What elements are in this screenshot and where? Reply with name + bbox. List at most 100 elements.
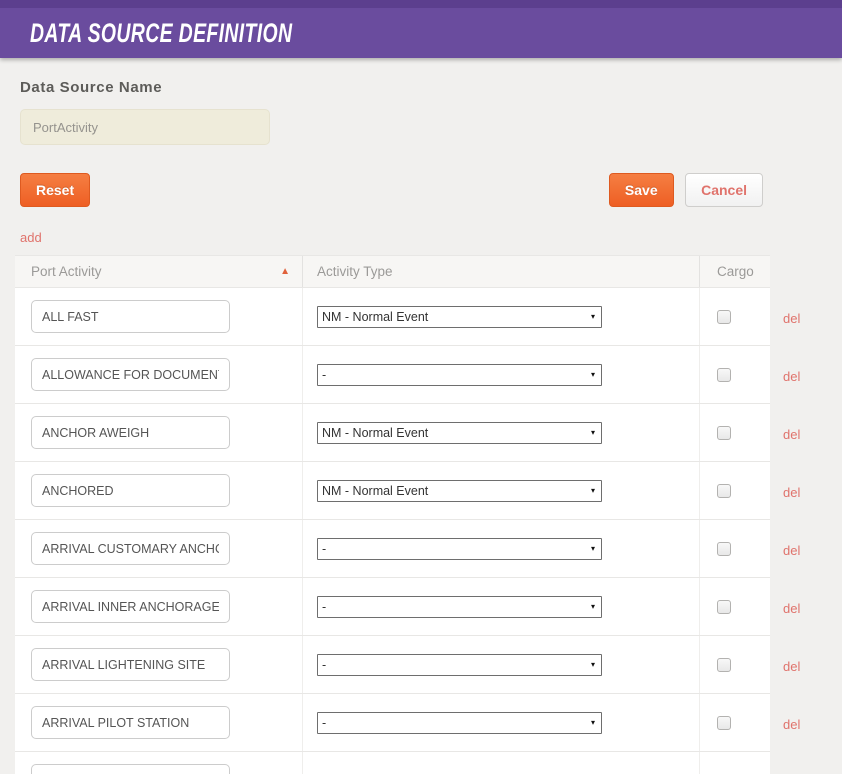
activity-type-cell: NM - Normal Event▾ <box>303 288 700 345</box>
table-row: -▾ <box>15 346 770 404</box>
port-activity-cell <box>15 520 303 577</box>
port-activity-cell <box>15 288 303 345</box>
table-header-row: Port Activity ▲ Activity Type Cargo <box>15 255 770 288</box>
data-source-name-input[interactable] <box>20 109 270 145</box>
delete-row-link[interactable]: del <box>783 311 800 326</box>
port-activity-input[interactable] <box>31 764 230 774</box>
table-row: NM - Normal Event▾ <box>15 462 770 520</box>
cargo-cell <box>700 462 770 519</box>
table-row: NM - Normal Event▾ <box>15 404 770 462</box>
page-header: DATA SOURCE DEFINITION <box>0 0 842 58</box>
cancel-button[interactable]: Cancel <box>685 173 763 207</box>
data-source-name-label: Data Source Name <box>20 79 822 96</box>
column-header-label: Activity Type <box>317 264 393 279</box>
cargo-checkbox[interactable] <box>717 716 731 730</box>
port-activity-cell <box>15 636 303 693</box>
table-row: -▾ <box>15 520 770 578</box>
activity-type-select-shell: -▾ <box>317 712 602 734</box>
delete-cell: del <box>770 521 842 579</box>
column-header-port-activity[interactable]: Port Activity ▲ <box>15 256 303 287</box>
save-button[interactable]: Save <box>609 173 674 207</box>
table-row <box>15 752 770 774</box>
port-activity-input[interactable] <box>31 474 230 507</box>
port-activity-cell <box>15 346 303 403</box>
port-activity-cell <box>15 694 303 751</box>
activity-type-select-shell: -▾ <box>317 654 602 676</box>
cargo-checkbox[interactable] <box>717 542 731 556</box>
activity-type-select[interactable]: - <box>317 596 602 618</box>
port-activity-table-wrap: Port Activity ▲ Activity Type Cargo NM -… <box>15 255 842 774</box>
table-row: NM - Normal Event▾ <box>15 288 770 346</box>
activity-type-select[interactable]: - <box>317 712 602 734</box>
column-header-label: Port Activity <box>31 264 102 279</box>
delete-row-link[interactable]: del <box>783 601 800 616</box>
delete-row-link[interactable]: del <box>783 659 800 674</box>
cargo-checkbox[interactable] <box>717 368 731 382</box>
cargo-checkbox[interactable] <box>717 658 731 672</box>
activity-type-select-shell: -▾ <box>317 364 602 386</box>
activity-type-select[interactable]: NM - Normal Event <box>317 306 602 328</box>
table-body: NM - Normal Event▾-▾NM - Normal Event▾NM… <box>15 288 770 774</box>
cargo-cell <box>700 636 770 693</box>
activity-type-select[interactable]: NM - Normal Event <box>317 422 602 444</box>
table-row: -▾ <box>15 578 770 636</box>
cargo-checkbox[interactable] <box>717 310 731 324</box>
activity-type-select-shell: -▾ <box>317 538 602 560</box>
cargo-cell <box>700 404 770 461</box>
cargo-checkbox[interactable] <box>717 484 731 498</box>
port-activity-input[interactable] <box>31 300 230 333</box>
delete-cell: del <box>770 695 842 753</box>
port-activity-cell <box>15 404 303 461</box>
column-header-activity-type[interactable]: Activity Type <box>303 256 700 287</box>
port-activity-input[interactable] <box>31 648 230 681</box>
delete-rail-spacer <box>770 255 842 289</box>
delete-row-link[interactable]: del <box>783 717 800 732</box>
delete-row-link[interactable]: del <box>783 369 800 384</box>
cargo-cell <box>700 346 770 403</box>
delete-cell: del <box>770 579 842 637</box>
port-activity-input[interactable] <box>31 358 230 391</box>
activity-type-cell: -▾ <box>303 694 700 751</box>
cargo-checkbox[interactable] <box>717 426 731 440</box>
activity-type-cell: NM - Normal Event▾ <box>303 404 700 461</box>
activity-type-cell <box>303 752 700 774</box>
delete-link-rail: del del del del del del del del <box>770 255 842 774</box>
cargo-checkbox[interactable] <box>717 600 731 614</box>
cargo-cell <box>700 288 770 345</box>
save-cancel-group: Save Cancel <box>609 173 763 207</box>
cargo-cell <box>700 694 770 751</box>
column-header-cargo[interactable]: Cargo <box>700 256 770 287</box>
activity-type-cell: -▾ <box>303 578 700 635</box>
activity-type-cell: -▾ <box>303 520 700 577</box>
delete-cell: del <box>770 405 842 463</box>
delete-cell: del <box>770 289 842 347</box>
port-activity-cell <box>15 752 303 774</box>
activity-type-select[interactable]: - <box>317 654 602 676</box>
port-activity-input[interactable] <box>31 706 230 739</box>
reset-button[interactable]: Reset <box>20 173 90 207</box>
activity-type-select[interactable]: - <box>317 364 602 386</box>
activity-type-select-shell: NM - Normal Event▾ <box>317 422 602 444</box>
delete-rail-cells: del del del del del del del del <box>770 289 842 753</box>
activity-type-select[interactable]: NM - Normal Event <box>317 480 602 502</box>
page-title: DATA SOURCE DEFINITION <box>30 18 292 49</box>
delete-cell: del <box>770 463 842 521</box>
port-activity-input[interactable] <box>31 590 230 623</box>
content-area: Data Source Name Reset Save Cancel add <box>0 79 842 247</box>
activity-type-cell: NM - Normal Event▾ <box>303 462 700 519</box>
activity-type-select-shell: NM - Normal Event▾ <box>317 480 602 502</box>
delete-row-link[interactable]: del <box>783 485 800 500</box>
activity-type-select-shell: -▾ <box>317 596 602 618</box>
table-row: -▾ <box>15 694 770 752</box>
add-row-link[interactable]: add <box>20 230 42 245</box>
delete-row-link[interactable]: del <box>783 427 800 442</box>
port-activity-table: Port Activity ▲ Activity Type Cargo NM -… <box>15 255 770 774</box>
port-activity-input[interactable] <box>31 416 230 449</box>
port-activity-input[interactable] <box>31 532 230 565</box>
sort-ascending-icon[interactable]: ▲ <box>280 267 290 277</box>
port-activity-cell <box>15 462 303 519</box>
cargo-cell <box>700 578 770 635</box>
delete-cell: del <box>770 637 842 695</box>
activity-type-select[interactable]: - <box>317 538 602 560</box>
delete-row-link[interactable]: del <box>783 543 800 558</box>
